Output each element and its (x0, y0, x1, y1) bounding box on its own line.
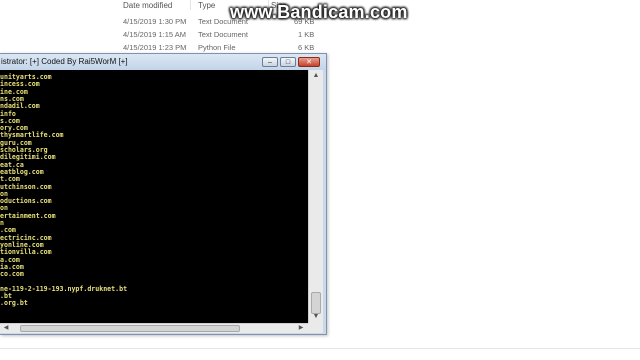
console-line: co.com (0, 270, 24, 279)
console-line: ertainment.com (0, 211, 56, 220)
horizontal-scroll-thumb[interactable] (20, 325, 240, 332)
column-date-modified[interactable]: Date modified (123, 1, 172, 10)
scroll-left-arrow-icon[interactable]: ◀ (1, 324, 11, 333)
scroll-down-arrow-icon[interactable]: ▼ (311, 312, 321, 322)
minimize-button[interactable]: – (262, 57, 278, 67)
horizontal-scrollbar[interactable]: ◀ ▶ (0, 323, 308, 333)
vertical-scrollbar[interactable]: ▲ ▼ (308, 70, 323, 323)
close-button[interactable]: ✕ (298, 57, 320, 67)
console-line: .org.bt (0, 299, 28, 308)
scroll-right-arrow-icon[interactable]: ▶ (296, 324, 306, 333)
resize-grip[interactable] (308, 323, 323, 333)
console-line: ne-119-2-119-193.nypf.druknet.bt (0, 284, 128, 293)
file-size: 1 KB (298, 30, 315, 39)
column-divider[interactable] (190, 0, 191, 10)
console-title: istrator: [+] Coded By Rai5WorM [+] (1, 57, 128, 66)
column-type[interactable]: Type (198, 1, 215, 10)
console-output[interactable]: unityarts.com incess.com ine.com ns.com ndad… (0, 70, 308, 323)
file-date: 4/15/2019 1:23 PM (123, 43, 187, 52)
bottom-divider (0, 348, 640, 349)
maximize-button[interactable]: □ (280, 57, 296, 67)
bandicam-watermark: www.Bandicam.com (230, 2, 408, 22)
vertical-scroll-thumb[interactable] (311, 292, 321, 314)
file-date: 4/15/2019 1:30 PM (123, 17, 187, 26)
file-date: 4/15/2019 1:15 AM (123, 30, 186, 39)
scroll-up-arrow-icon[interactable]: ▲ (311, 71, 321, 81)
console-window[interactable]: istrator: [+] Coded By Rai5WorM [+] – □ … (0, 53, 327, 335)
console-titlebar[interactable]: istrator: [+] Coded By Rai5WorM [+] – □ … (0, 54, 326, 70)
file-type: Python File (198, 43, 236, 52)
file-type: Text Document (198, 30, 249, 39)
file-size: 6 KB (298, 43, 315, 52)
